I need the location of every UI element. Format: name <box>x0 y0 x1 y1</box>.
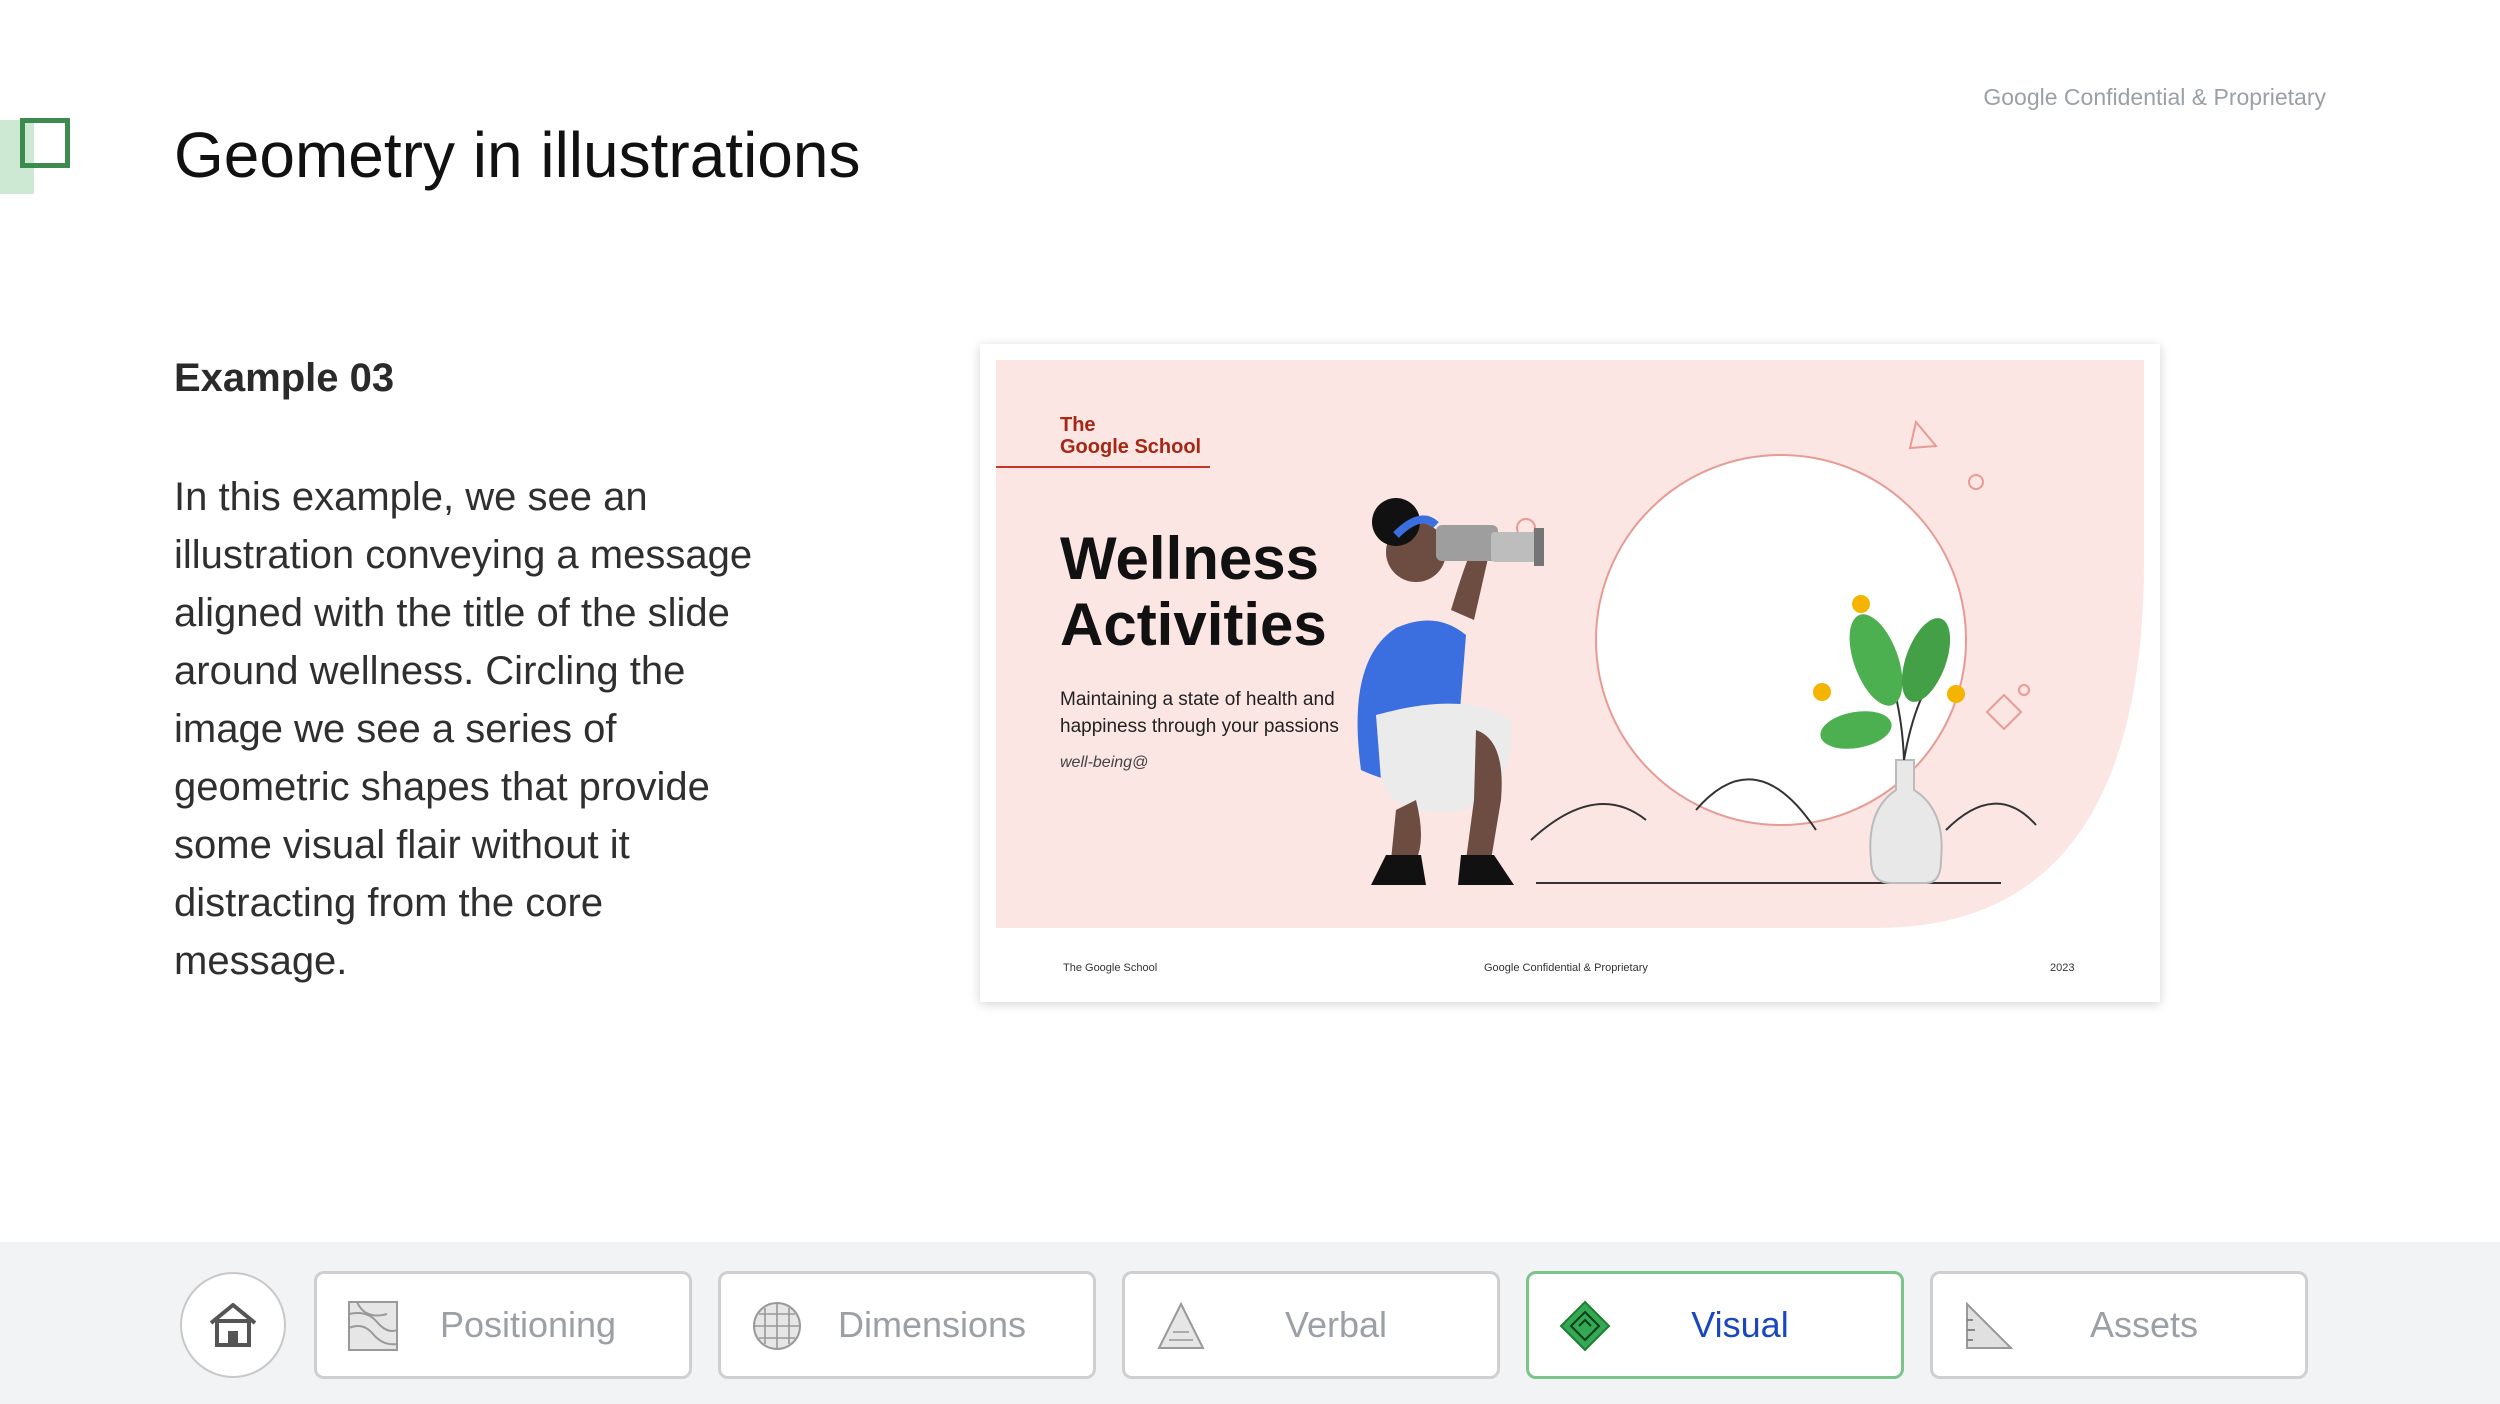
nav-verbal-button[interactable]: Verbal <box>1122 1271 1500 1379</box>
slide-title: Wellness Activities <box>1060 526 1327 658</box>
nav-positioning-button[interactable]: Positioning <box>314 1271 692 1379</box>
slide-brand: The Google School <box>1060 414 1201 458</box>
slide-subtitle: Maintaining a state of health and happin… <box>1060 689 1339 737</box>
nav-assets-label: Assets <box>2089 1304 2199 1345</box>
corner-square-icon <box>20 118 70 168</box>
slide-footer-center: Google Confidential & Proprietary <box>1484 962 1648 974</box>
tiny-circle-shape <box>2018 684 2030 696</box>
description-text: In this example, we see an illustration … <box>174 475 753 983</box>
nav-positioning-label: Positioning <box>439 1304 617 1345</box>
camera-lens <box>1491 532 1541 562</box>
slide-handle: well-being@ <box>1060 754 1149 771</box>
slide-title-line1: Wellness <box>1060 525 1320 592</box>
nav-dimensions-label: Dimensions <box>837 1304 1027 1345</box>
small-circle-shape <box>1968 474 1984 490</box>
home-button[interactable] <box>180 1272 286 1378</box>
nav-visual-label: Visual <box>1691 1304 1789 1345</box>
confidential-label: Google Confidential & Proprietary <box>1983 84 2326 110</box>
triangle-shape <box>1908 419 1939 450</box>
page-title: Geometry in illustrations <box>174 119 861 191</box>
nav-dimensions-button[interactable]: Dimensions <box>718 1271 1096 1379</box>
slide-brand-line2: Google School <box>1060 436 1202 458</box>
slide-brand-underline <box>996 466 1210 468</box>
flower-dot <box>1852 595 1870 613</box>
camera-body <box>1436 525 1498 561</box>
slide-brand-line1: The <box>1060 414 1096 436</box>
nav-verbal-label: Verbal <box>1284 1304 1388 1345</box>
slide-footer-left: The Google School <box>1063 962 1158 974</box>
slide-title-line2: Activities <box>1060 591 1327 658</box>
slide-preview-card: The Google School Wellness Activities Ma… <box>980 344 2160 1002</box>
person-boot <box>1371 855 1426 885</box>
diamond-shape <box>1985 693 2023 731</box>
example-label: Example 03 <box>174 356 395 400</box>
slide-footer-right: 2023 <box>2050 962 2075 974</box>
nav-assets-button[interactable]: Assets <box>1930 1271 2308 1379</box>
nav-visual-button[interactable]: Visual <box>1526 1271 1904 1379</box>
home-icon <box>209 1303 257 1347</box>
grass-stroke <box>1530 803 1647 841</box>
